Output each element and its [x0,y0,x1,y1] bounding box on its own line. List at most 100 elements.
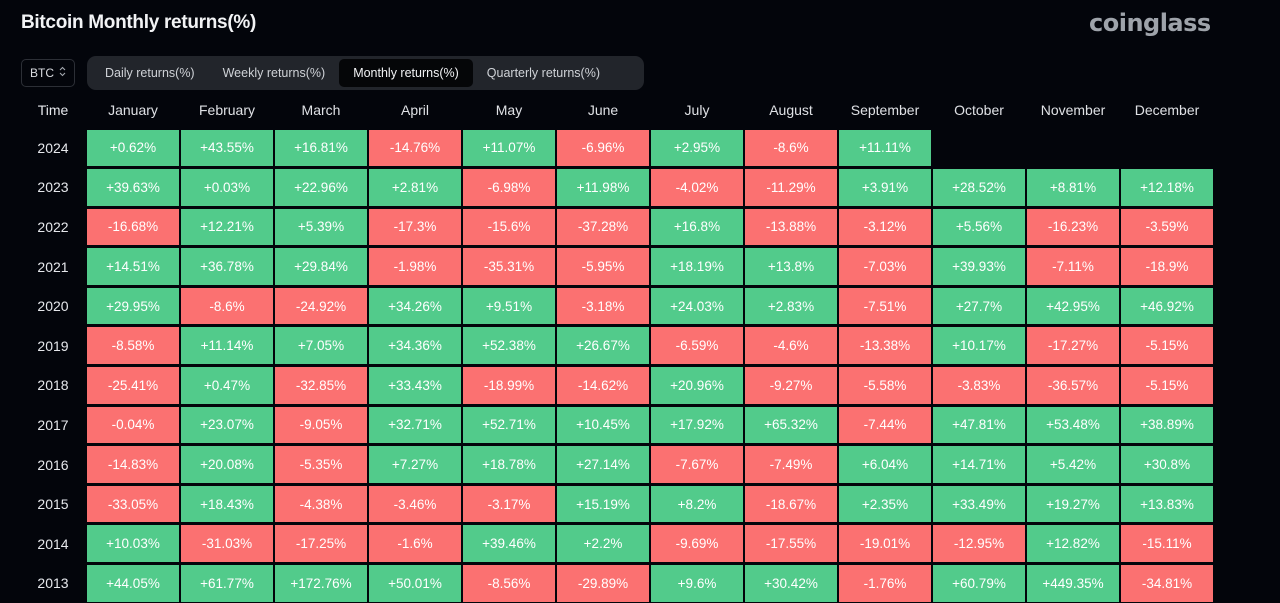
return-cell: -3.59% [1121,208,1213,246]
return-cell: -17.25% [275,525,367,563]
month-header-september: September [850,102,920,118]
coin-select[interactable]: BTC [21,59,75,87]
return-cell: -31.03% [181,525,273,563]
return-cell: -8.6% [745,129,837,167]
return-cell: +8.2% [651,485,743,523]
return-cell: +10.17% [933,327,1025,365]
return-cell: +23.07% [181,406,273,444]
return-cell: +44.05% [87,565,179,602]
return-cell: -16.23% [1027,208,1119,246]
return-cell: +34.36% [369,327,461,365]
return-cell: -34.81% [1121,565,1213,602]
tab-weekly-returns[interactable]: Weekly returns(%) [209,59,340,87]
year-label: 2024 [37,139,69,156]
return-cell: -19.01% [839,525,931,563]
return-cell: -9.27% [745,367,837,404]
return-cell: +12.82% [1027,525,1119,563]
return-cell: -5.95% [557,248,649,285]
return-cell: -12.95% [933,525,1025,563]
return-cell: -7.49% [745,446,837,483]
return-cell: +60.79% [933,565,1025,602]
year-label: 2016 [37,456,69,473]
return-cell: -14.76% [369,129,461,167]
return-cell: +11.11% [839,129,931,167]
return-cell: +39.93% [933,248,1025,285]
return-cell: +29.95% [87,287,179,325]
return-cell: +172.76% [275,565,367,602]
return-cell: -5.15% [1121,327,1213,365]
table-row: 2023 +39.63% +0.03% +22.96% +2.81% -6.98% +11.… [20,168,1214,208]
return-cell: -13.38% [839,327,931,365]
return-cell: -17.3% [369,208,461,246]
return-cell: -4.6% [745,327,837,365]
return-cell: +29.84% [275,248,367,285]
return-cell: +7.05% [275,327,367,365]
return-cell: +15.19% [557,485,649,523]
return-cell: +39.63% [87,169,179,206]
return-cell: -8.56% [463,565,555,602]
return-cell: +42.95% [1027,287,1119,325]
month-header-may: May [495,102,523,118]
table-row: 2019 -8.58% +11.14% +7.05% +34.36% +52.38% +26… [20,326,1214,366]
year-label: 2015 [37,496,69,513]
table-row: 2020 +29.95% -8.6% -24.92% +34.26% +9.51% -3.1… [20,286,1214,326]
return-cell: -6.59% [651,327,743,365]
return-cell: -7.11% [1027,248,1119,285]
return-cell: +33.43% [369,367,461,404]
return-cell: +18.19% [651,248,743,285]
return-cell: +9.51% [463,287,555,325]
coinglass-logo: coinglass [1089,9,1211,37]
return-cell: +52.38% [463,327,555,365]
return-cell: -1.98% [369,248,461,285]
return-cell: -15.11% [1121,525,1213,563]
return-cell: +19.27% [1027,485,1119,523]
return-cell: +46.92% [1121,287,1213,325]
return-cell: +61.77% [181,565,273,602]
return-cell: -15.6% [463,208,555,246]
table-row: 2022 -16.68% +12.21% +5.39% -17.3% -15.6% -37.… [20,207,1214,247]
return-cell: +2.83% [745,287,837,325]
return-cell: +34.26% [369,287,461,325]
month-header-march: March [301,102,341,118]
coin-select-value: BTC [30,66,54,80]
return-cell: -3.17% [463,485,555,523]
returns-heatmap: Time January February March April May June Jul… [20,92,1214,603]
month-header-february: February [198,102,256,118]
return-cell: -5.15% [1121,367,1213,404]
return-cell: -29.89% [557,565,649,602]
return-cell: -8.58% [87,327,179,365]
return-cell: +47.81% [933,406,1025,444]
return-cell: +38.89% [1121,406,1213,444]
return-cell: +52.71% [463,406,555,444]
return-cell: +5.56% [933,208,1025,246]
return-cell: +20.08% [181,446,273,483]
month-header-december: December [1134,102,1200,118]
return-cell: -5.58% [839,367,931,404]
tab-monthly-returns[interactable]: Monthly returns(%) [339,59,473,87]
return-cell: -17.55% [745,525,837,563]
return-cell: -14.62% [557,367,649,404]
return-cell: +16.81% [275,129,367,167]
tab-daily-returns[interactable]: Daily returns(%) [91,59,209,87]
return-cell: -13.88% [745,208,837,246]
return-cell: +2.81% [369,169,461,206]
return-cell: -17.27% [1027,327,1119,365]
return-cell: -7.67% [651,446,743,483]
return-cell: -8.6% [181,287,273,325]
year-label: 2019 [37,337,69,354]
return-cell: +11.07% [463,129,555,167]
return-cell: +14.51% [87,248,179,285]
return-cell: -18.67% [745,485,837,523]
tab-quarterly-returns[interactable]: Quarterly returns(%) [473,59,614,87]
year-label: 2022 [37,218,69,235]
return-cell: +449.35% [1027,565,1119,602]
return-cell: -3.83% [933,367,1025,404]
return-cell: +12.21% [181,208,273,246]
year-label: 2018 [37,377,69,394]
return-cell: -4.02% [651,169,743,206]
return-cell: +22.96% [275,169,367,206]
year-label: 2021 [37,258,69,275]
return-cell: +11.98% [557,169,649,206]
return-cell: +24.03% [651,287,743,325]
return-cell: -5.35% [275,446,367,483]
